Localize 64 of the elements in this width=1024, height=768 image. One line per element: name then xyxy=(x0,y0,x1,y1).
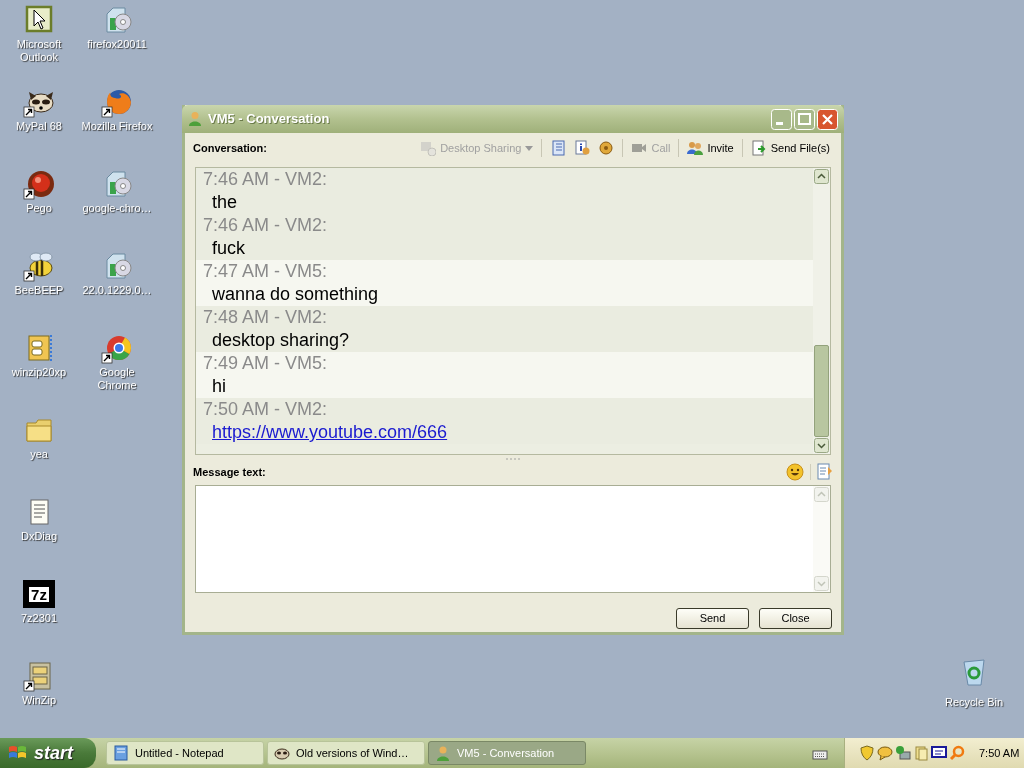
icon-label[interactable]: winzip20xp xyxy=(1,366,77,379)
notepad-icon xyxy=(113,745,129,761)
people-icon xyxy=(687,140,704,156)
icon-label[interactable]: 22.0.1229.0… xyxy=(79,284,155,297)
dialog-button[interactable]: Close xyxy=(759,608,832,629)
message-text: desktop sharing? xyxy=(211,329,351,352)
ball-icon[interactable] xyxy=(23,168,55,200)
scroll-thumb[interactable] xyxy=(814,345,829,437)
icon-label[interactable]: Mozilla Firefox xyxy=(79,120,155,133)
message-header: 7:47 AM - VM5: xyxy=(203,260,329,283)
icon-label[interactable]: firefox20011 xyxy=(79,38,155,51)
message-text: hi xyxy=(211,375,227,398)
message-text: wanna do something xyxy=(211,283,380,306)
bee-icon[interactable] xyxy=(23,250,55,282)
icon-label[interactable]: DxDiag xyxy=(1,530,77,543)
network-icon[interactable] xyxy=(895,745,911,761)
taskbar-button[interactable]: Old versions of Wind… xyxy=(267,741,425,765)
message-text: the xyxy=(211,191,239,214)
message-link[interactable]: https://www.youtube.com/666 xyxy=(203,421,806,444)
notebook-icon xyxy=(550,140,567,156)
dialog-button[interactable]: Send xyxy=(676,608,749,629)
window-title: VM5 - Conversation xyxy=(208,110,331,129)
smiley-icon[interactable] xyxy=(786,463,804,481)
icon-label[interactable]: 7z2301 xyxy=(1,612,77,625)
section-label: Conversation: xyxy=(193,140,268,156)
message-header: 7:50 AM - VM2: xyxy=(203,398,329,421)
icon-label[interactable]: BeeBEEP xyxy=(1,284,77,297)
icon-label[interactable]: Microsoft Outlook xyxy=(1,38,77,64)
taskbar-button[interactable]: Untitled - Notepad xyxy=(106,741,264,765)
raccoon-icon xyxy=(274,745,290,761)
toolbar-button[interactable]: Send File(s) xyxy=(747,137,833,159)
icon-label[interactable]: yea xyxy=(1,448,77,461)
toolbar-button[interactable]: Invite xyxy=(684,137,737,159)
message-header: 7:49 AM - VM5: xyxy=(203,352,329,375)
message-header: 7:46 AM - VM2: xyxy=(203,214,329,237)
icon-label[interactable]: Recycle Bin xyxy=(944,694,1004,711)
close-icon[interactable] xyxy=(817,108,838,130)
document-format-icon[interactable] xyxy=(817,463,833,481)
message-text: fuck xyxy=(211,237,246,260)
message-header: 7:48 AM - VM2: xyxy=(203,306,329,329)
scroll-down-icon[interactable] xyxy=(814,438,829,453)
minimize-icon[interactable] xyxy=(771,108,792,130)
start-button[interactable]: start xyxy=(0,738,96,768)
message-header: 7:46 AM - VM2: xyxy=(203,168,329,191)
logo-icon[interactable]: 7z xyxy=(23,580,55,608)
person-icon xyxy=(435,745,451,761)
screen-icon xyxy=(420,140,437,156)
caret-icon xyxy=(525,145,534,151)
icon-label[interactable]: WinZip xyxy=(1,694,77,707)
maximize-icon[interactable] xyxy=(794,108,815,130)
taskbar-button[interactable]: VM5 - Conversation xyxy=(428,741,586,765)
icon-label[interactable]: MyPal 68 xyxy=(1,120,77,133)
person-icon xyxy=(188,111,202,127)
icon-label[interactable]: google-chro… xyxy=(79,202,155,215)
icon-label[interactable]: Pego xyxy=(1,202,77,215)
icon-label[interactable]: Google Chrome xyxy=(79,366,155,392)
shield-icon[interactable] xyxy=(859,745,875,761)
clock: 7:50 AM xyxy=(979,745,1020,761)
scroll-up-icon[interactable] xyxy=(814,169,829,184)
monitor-chat-icon[interactable] xyxy=(931,745,947,761)
scrollbar[interactable] xyxy=(813,168,830,454)
speech-bubble-icon[interactable] xyxy=(877,745,893,761)
section-label: Message text: xyxy=(193,464,267,480)
info-card-icon xyxy=(574,140,591,156)
